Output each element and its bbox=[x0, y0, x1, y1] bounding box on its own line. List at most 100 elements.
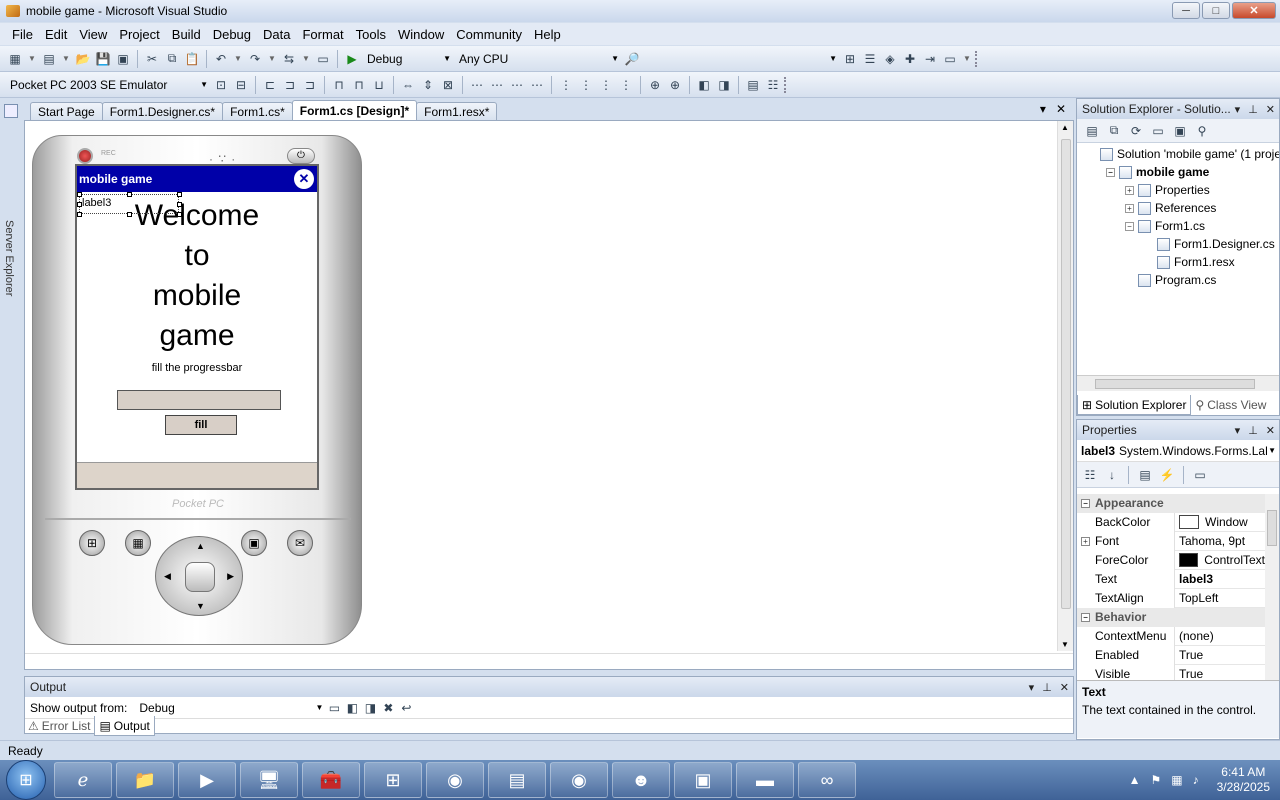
bring-to-front-icon[interactable]: ◧ bbox=[695, 76, 713, 94]
tab-form1-cs[interactable]: Form1.cs* bbox=[222, 102, 293, 120]
increase-v-spacing-icon[interactable]: ⋮ bbox=[577, 76, 595, 94]
align-lefts-icon[interactable]: ⊏ bbox=[261, 76, 279, 94]
tab-form1-resx[interactable]: Form1.resx* bbox=[416, 102, 498, 120]
lock-controls-icon[interactable]: ☷ bbox=[764, 76, 782, 94]
resize-handle[interactable] bbox=[127, 192, 132, 197]
solution-tree-hscroll[interactable] bbox=[1077, 375, 1279, 391]
device-window-icon[interactable]: ▭ bbox=[941, 50, 959, 68]
find-message-icon[interactable]: ▭ bbox=[325, 699, 343, 717]
collapse-icon[interactable]: − bbox=[1081, 612, 1090, 622]
tree-node[interactable]: − mobile game bbox=[1106, 163, 1209, 181]
taskbar-remote-desktop-icon[interactable]: 🖥 bbox=[240, 762, 298, 798]
property-row[interactable]: Text label3 bbox=[1077, 569, 1265, 589]
menu-tools[interactable]: Tools bbox=[350, 27, 392, 42]
toolbox-icon[interactable]: ✚ bbox=[901, 50, 919, 68]
chevron-down-icon[interactable]: ▼ bbox=[266, 50, 278, 68]
redo-icon[interactable]: ↷ bbox=[246, 50, 264, 68]
tray-flag-icon[interactable]: ⚑ bbox=[1151, 773, 1162, 787]
object-selector-dropdown[interactable]: label3 System.Windows.Forms.Lal ▼ bbox=[1077, 440, 1279, 462]
label3-control[interactable]: label3 bbox=[79, 194, 179, 214]
taskbar-console-icon[interactable]: ▬ bbox=[736, 762, 794, 798]
save-all-icon[interactable]: ▣ bbox=[114, 50, 132, 68]
progress-bar[interactable] bbox=[117, 390, 281, 410]
clear-all-icon[interactable]: ✖ bbox=[379, 699, 397, 717]
resize-handle[interactable] bbox=[127, 212, 132, 217]
taskbar-explorer-icon[interactable]: 📁 bbox=[116, 762, 174, 798]
open-file-icon[interactable]: 📂 bbox=[74, 50, 92, 68]
form-main-menu[interactable] bbox=[77, 462, 317, 488]
property-pages-icon[interactable]: ▭ bbox=[1191, 466, 1209, 484]
remove-h-spacing-icon[interactable]: ⋯ bbox=[528, 76, 546, 94]
tray-network-icon[interactable]: ▦ bbox=[1171, 773, 1182, 787]
tab-form1-designer-cs[interactable]: Form1.Designer.cs* bbox=[101, 102, 224, 120]
chevron-down-icon[interactable]: ▼ bbox=[961, 50, 973, 68]
send-to-back-icon[interactable]: ◨ bbox=[715, 76, 733, 94]
collapse-icon[interactable]: − bbox=[1081, 498, 1090, 508]
menu-build[interactable]: Build bbox=[166, 27, 207, 42]
tree-node[interactable]: + Properties bbox=[1125, 181, 1210, 199]
property-value[interactable]: True bbox=[1175, 648, 1265, 662]
form-designer-surface[interactable]: + − REC · ∵ · ⏻ mobile game ✕ Welcome to… bbox=[24, 120, 1074, 670]
form-close-icon[interactable]: ✕ bbox=[294, 169, 314, 189]
toolbar-overflow-icon[interactable] bbox=[975, 50, 979, 67]
tree-node[interactable]: Form1.Designer.cs bbox=[1144, 235, 1275, 253]
close-icon[interactable]: ✕ bbox=[1266, 103, 1275, 116]
solution-platform-dropdown[interactable]: Any CPU ▼ bbox=[455, 49, 621, 69]
categorized-icon[interactable]: ☷ bbox=[1081, 466, 1099, 484]
align-centers-icon[interactable]: ⊐ bbox=[281, 76, 299, 94]
connect-device-icon[interactable]: ⊟ bbox=[232, 76, 250, 94]
output-source-dropdown[interactable]: Debug ▼ bbox=[135, 699, 325, 717]
property-value[interactable]: label3 bbox=[1175, 572, 1265, 586]
taskbar-agent-icon[interactable]: ☻ bbox=[612, 762, 670, 798]
class-diagram-icon[interactable]: ⚲ bbox=[1193, 122, 1211, 140]
add-item-icon[interactable]: ▤ bbox=[40, 50, 58, 68]
add-project-icon[interactable]: ▦ bbox=[6, 50, 24, 68]
center-vertically-icon[interactable]: ⊕ bbox=[666, 76, 684, 94]
scroll-up-icon[interactable]: ▲ bbox=[1061, 123, 1069, 132]
solution-config-dropdown[interactable]: Debug ▼ bbox=[363, 49, 453, 69]
taskbar-globe2-icon[interactable]: ◉ bbox=[550, 762, 608, 798]
object-browser-icon[interactable]: ◈ bbox=[881, 50, 899, 68]
taskbar-globe-icon[interactable]: ◉ bbox=[426, 762, 484, 798]
make-same-size-icon[interactable]: ⊠ bbox=[439, 76, 457, 94]
align-rights-icon[interactable]: ⊐ bbox=[301, 76, 319, 94]
refresh-icon[interactable]: ⟳ bbox=[1127, 122, 1145, 140]
taskbar-document-icon[interactable]: ▤ bbox=[488, 762, 546, 798]
menu-data[interactable]: Data bbox=[257, 27, 296, 42]
property-row[interactable]: ContextMenu (none) bbox=[1077, 626, 1265, 646]
align-bottoms-icon[interactable]: ⊔ bbox=[370, 76, 388, 94]
taskbar-monitor-icon[interactable]: ▣ bbox=[674, 762, 732, 798]
taskbar-media-player-icon[interactable]: ▶ bbox=[178, 762, 236, 798]
welcome-label[interactable]: Welcome to mobile game bbox=[77, 196, 317, 356]
active-files-dropdown-icon[interactable]: ▾ bbox=[1040, 102, 1046, 116]
close-window-button[interactable]: ✕ bbox=[1232, 2, 1276, 19]
property-category[interactable]: − Behavior bbox=[1077, 607, 1265, 627]
align-middles-icon[interactable]: ⊓ bbox=[350, 76, 368, 94]
events-icon[interactable]: ⚡ bbox=[1158, 466, 1176, 484]
server-explorer-icon[interactable] bbox=[4, 104, 18, 118]
property-row[interactable]: BackColor Window bbox=[1077, 512, 1265, 532]
properties-window-icon[interactable]: ☰ bbox=[861, 50, 879, 68]
pin-icon[interactable]: ⊥ bbox=[1248, 103, 1258, 116]
collapse-icon[interactable]: − bbox=[1106, 167, 1115, 177]
close-icon[interactable]: ✕ bbox=[1060, 681, 1069, 694]
tree-node[interactable]: Program.cs bbox=[1125, 271, 1216, 289]
show-all-files-icon[interactable]: ⧉ bbox=[1105, 122, 1123, 140]
expand-icon[interactable]: + bbox=[1125, 185, 1134, 195]
view-designer-icon[interactable]: ▣ bbox=[1171, 122, 1189, 140]
save-icon[interactable]: 💾 bbox=[94, 50, 112, 68]
find-combo[interactable]: ▼ bbox=[643, 49, 839, 69]
alphabetical-icon[interactable]: ↓ bbox=[1103, 466, 1121, 484]
align-tops-icon[interactable]: ⊓ bbox=[330, 76, 348, 94]
property-row[interactable]: TextAlign TopLeft bbox=[1077, 588, 1265, 608]
menu-debug[interactable]: Debug bbox=[207, 27, 257, 42]
resize-handle[interactable] bbox=[77, 212, 82, 217]
chevron-down-icon[interactable]: ▾ bbox=[1029, 681, 1035, 694]
property-row[interactable]: + Font Tahoma, 9pt bbox=[1077, 531, 1265, 551]
go-to-next-icon[interactable]: ◨ bbox=[361, 699, 379, 717]
property-value[interactable]: ControlText bbox=[1175, 553, 1265, 567]
center-horizontally-icon[interactable]: ⊕ bbox=[646, 76, 664, 94]
increase-h-spacing-icon[interactable]: ⋯ bbox=[488, 76, 506, 94]
properties-view-icon[interactable]: ▤ bbox=[1136, 466, 1154, 484]
device-options-icon[interactable]: ⊡ bbox=[212, 76, 230, 94]
